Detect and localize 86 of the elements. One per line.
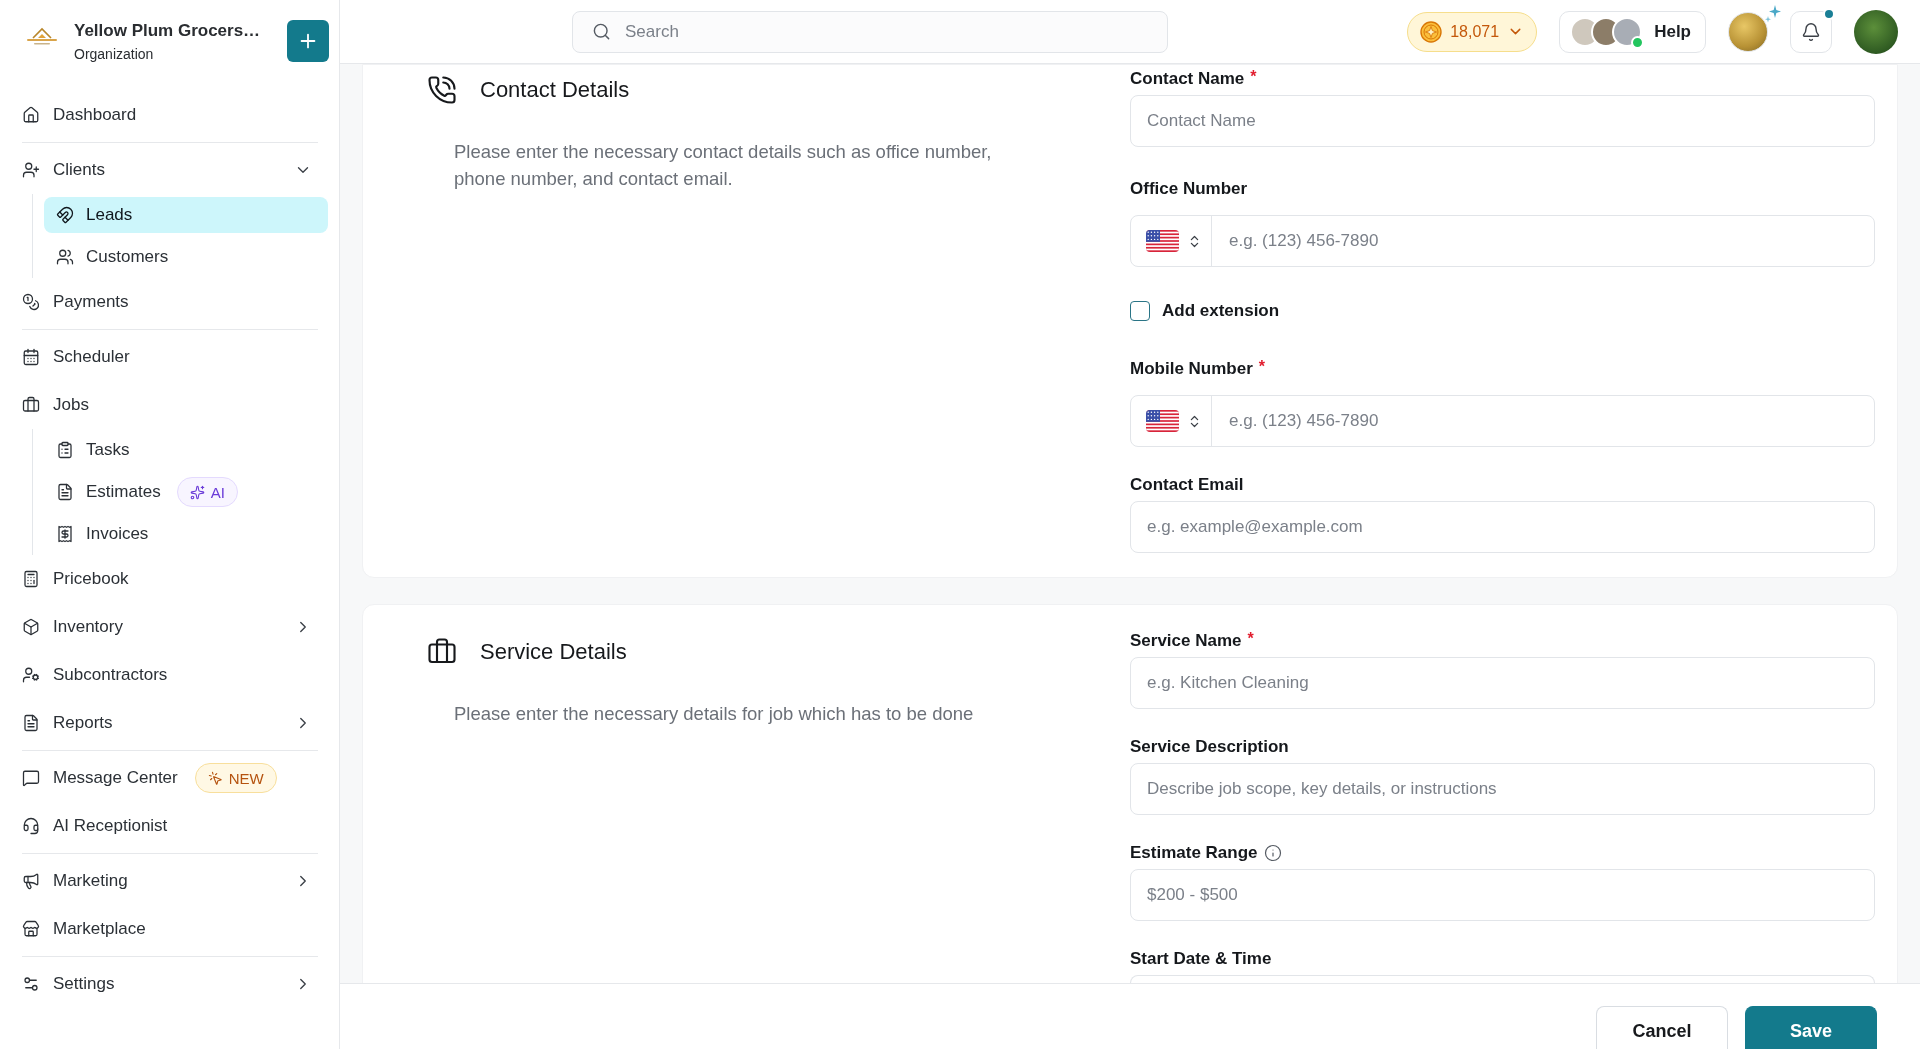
nav-item[interactable]: Leads — [44, 197, 328, 233]
field-label: Contact Name — [1130, 69, 1245, 89]
magnet-icon — [56, 206, 74, 224]
section-description: Please enter the necessary details for job which has to be done — [454, 702, 975, 726]
nav-item[interactable]: Payments — [22, 278, 318, 326]
nav-item[interactable]: Invoices — [44, 516, 328, 552]
coins-icon — [22, 293, 40, 311]
input-field[interactable]: Describe job scope, key details, or instructions — [1130, 763, 1875, 815]
phone-input[interactable]: e.g. (123) 456-7890 — [1229, 216, 1858, 266]
store-icon — [22, 920, 40, 938]
pointer-click-icon — [207, 770, 223, 786]
date-field[interactable] — [1130, 975, 1875, 983]
nav-item[interactable]: Tasks — [44, 432, 328, 468]
coin-icon — [1420, 20, 1443, 43]
search-field[interactable]: Search — [572, 10, 1168, 53]
sparkles-icon — [189, 484, 205, 500]
section-title: Service Details — [480, 639, 627, 665]
field-label: Service Description — [1130, 737, 1289, 757]
flag-icon — [1146, 410, 1179, 432]
megaphone-icon — [22, 872, 40, 890]
calculator-icon — [22, 570, 40, 588]
document-icon — [56, 483, 74, 501]
nav-item[interactable]: Clients — [22, 146, 318, 194]
nav-item[interactable]: Dashboard — [22, 91, 318, 139]
settings-icon — [22, 975, 40, 993]
credits-button[interactable]: 18,071 — [1407, 11, 1538, 52]
phone-input[interactable]: e.g. (123) 456-7890 — [1229, 396, 1858, 446]
required-mark: * — [1250, 69, 1257, 85]
user-gear-icon — [22, 666, 40, 684]
nav-item[interactable]: Reports — [22, 699, 318, 747]
nav-item[interactable]: Marketplace — [22, 905, 318, 953]
document-icon — [22, 714, 40, 732]
cube-icon — [22, 618, 40, 636]
field-label: Office Number — [1130, 179, 1248, 199]
field-label: Start Date & Time — [1130, 949, 1272, 969]
field-label: Contact Email — [1130, 475, 1244, 495]
receipt-icon — [56, 525, 74, 543]
input-field[interactable]: e.g. example@example.com — [1130, 501, 1875, 553]
field-label: Mobile Number — [1130, 359, 1253, 379]
nav-item[interactable]: Scheduler — [22, 333, 318, 381]
checkbox-label: Add extension — [1162, 301, 1280, 321]
nav-item[interactable]: Estimates AI — [44, 474, 328, 510]
input-field[interactable]: e.g. Kitchen Cleaning — [1130, 657, 1875, 709]
required-mark: * — [1247, 631, 1254, 647]
nav-item[interactable]: Settings — [22, 960, 318, 1008]
house-icon — [22, 106, 40, 124]
phone-field[interactable]: e.g. (123) 456-7890 — [1130, 215, 1875, 267]
headset-icon — [22, 817, 40, 835]
nav-item[interactable]: Jobs — [22, 381, 318, 429]
input-field[interactable]: Contact Name — [1130, 95, 1875, 147]
notifications-button[interactable] — [1790, 10, 1832, 53]
nav-item[interactable]: Inventory — [22, 603, 318, 651]
field-label: Service Name — [1130, 631, 1242, 651]
nav-item[interactable]: Customers — [44, 239, 328, 275]
help-button[interactable]: Help — [1559, 10, 1706, 53]
organization-name: Yellow Plum Grocers… — [74, 20, 262, 42]
checkbox[interactable] — [1130, 301, 1150, 321]
user-plus-icon — [22, 161, 40, 179]
nav-item[interactable]: Message Center NEW — [22, 754, 318, 802]
section-title: Contact Details — [480, 77, 630, 103]
add-button[interactable] — [287, 20, 329, 62]
briefcase-icon — [22, 396, 40, 414]
section-description: Please enter the necessary contact details such as office number, phone number, and contact email. — [454, 140, 993, 191]
phone-icon — [427, 75, 457, 105]
input-field[interactable]: $200 - $500 — [1130, 869, 1875, 921]
clipboard-icon — [56, 441, 74, 459]
new-badge: NEW — [194, 763, 277, 793]
chat-bubble-icon — [22, 769, 40, 787]
avatar-icon[interactable] — [1854, 9, 1898, 54]
phone-field[interactable]: e.g. (123) 456-7890 — [1130, 395, 1875, 447]
users-icon — [56, 248, 74, 266]
field-label: Estimate Range — [1130, 843, 1258, 863]
nav-item[interactable]: AI Receptionist — [22, 802, 318, 850]
flag-icon — [1146, 230, 1179, 252]
calendar-icon — [22, 348, 40, 366]
nav-item[interactable]: Subcontractors — [22, 651, 318, 699]
required-mark: * — [1258, 359, 1266, 375]
nav-item[interactable]: Pricebook — [22, 555, 318, 603]
ai-badge: AI — [176, 477, 238, 507]
secondary-button[interactable]: Cancel — [1596, 1006, 1728, 1049]
bell-icon — [1801, 21, 1821, 42]
organization-label: Organization — [74, 45, 155, 63]
search-icon — [592, 21, 611, 41]
nav-item[interactable]: Marketing — [22, 857, 318, 905]
primary-button[interactable]: Save — [1745, 1006, 1877, 1049]
avatar-icon[interactable] — [1728, 11, 1768, 52]
